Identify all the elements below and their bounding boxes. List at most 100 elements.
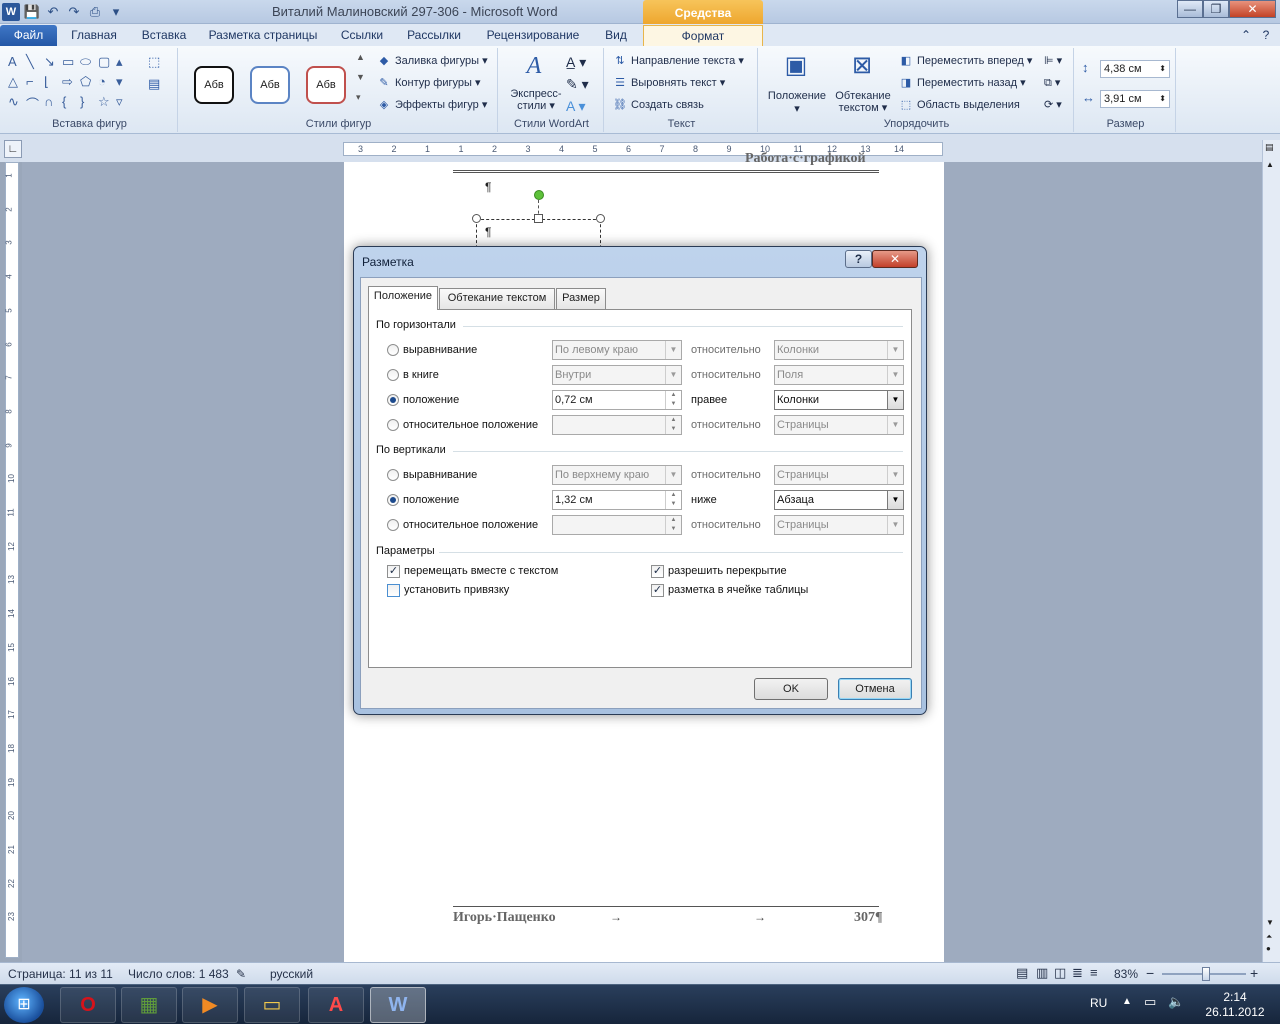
resize-handle-n[interactable] [534,214,543,223]
h-absolute-position-radio[interactable] [387,394,399,406]
prev-page-icon[interactable]: ⏶ [1266,932,1272,942]
wordart-express-icon[interactable]: A [518,50,550,82]
taskbar-media-player[interactable]: ▶ [182,987,238,1023]
zoom-percent[interactable]: 83% [1114,967,1138,981]
clock[interactable]: 2:14 26.11.2012 [1200,990,1270,1020]
v-alignment-radio[interactable] [387,469,399,481]
language-indicator[interactable]: русский [270,967,313,981]
select-browse-icon[interactable]: ● [1266,944,1271,953]
wave-shape-icon[interactable]: ∩ [44,94,62,114]
dialog-close-button[interactable]: ✕ [872,250,918,268]
redo-icon[interactable]: ↷ [65,3,83,21]
spin-arrows-icon[interactable]: ▲ ▼ [665,516,681,534]
styles-scroll-down-icon[interactable]: ▼ [356,72,365,82]
tab-selector-icon[interactable]: ∟ [4,140,22,158]
taskbar-word[interactable]: W [370,987,426,1023]
draft-icon[interactable]: ≡ [1090,965,1098,980]
tab-text-wrapping[interactable]: Обтекание текстом [439,288,555,309]
print-layout-icon[interactable]: ▤ [1016,965,1028,981]
pentagon-shape-icon[interactable]: ⬠ [80,74,98,94]
rounded-rect-shape-icon[interactable]: ▢ [98,54,116,74]
rotation-handle[interactable] [534,190,544,200]
h-alignment-select[interactable]: По левому краю ▼ [552,340,682,360]
v-absolute-position-input[interactable]: 1,32 см ▲ ▼ [552,490,682,510]
scroll-down-icon[interactable]: ▼ [1266,918,1274,927]
tab-file[interactable]: Файл [0,25,57,46]
resize-handle-ne[interactable] [596,214,605,223]
h-relative-position-radio[interactable] [387,419,399,431]
h-relative-relative-select[interactable]: Страницы ▼ [774,415,904,435]
position-icon[interactable]: ▣ [780,50,812,82]
volume-icon[interactable]: 🔈 [1168,994,1184,1010]
zoom-out-button[interactable]: − [1146,965,1154,981]
h-book-layout-select[interactable]: Внутри ▼ [552,365,682,385]
h-relative-position-input[interactable]: ▲ ▼ [552,415,682,435]
triangle-shape-icon[interactable]: △ [8,74,26,94]
zoom-in-button[interactable]: + [1250,965,1258,981]
v-alignment-select[interactable]: По верхнему краю ▼ [552,465,682,485]
zoom-slider-thumb[interactable] [1201,967,1210,981]
taskbar-explorer[interactable]: ▭ [244,987,300,1023]
tab-references[interactable]: Ссылки [333,25,391,46]
v-alignment-relative-select[interactable]: Страницы ▼ [774,465,904,485]
shape-style-red[interactable]: Абв [306,66,346,104]
line-shape-icon[interactable]: ╲ [26,54,44,74]
taskbar-acrobat[interactable]: A [308,987,364,1023]
tab-position[interactable]: Положение [368,286,438,310]
ruler-toggle-icon[interactable]: ▤ [1265,142,1274,153]
tab-home[interactable]: Главная [64,25,124,46]
text-fill-icon[interactable]: A̲ ▾ [566,54,586,71]
proofing-icon[interactable]: ✎ [236,967,246,981]
shape-width-field[interactable]: 3,91 см ⬍ [1100,90,1170,108]
vertical-ruler[interactable]: 1 2 3 4 5 6 7 8 9 10 11 12 13 14 15 16 17 18 19 20 21 22 23 [5,162,19,958]
resize-handle-nw[interactable] [472,214,481,223]
minimize-ribbon-icon[interactable]: ⌃ [1238,25,1254,46]
h-absolute-relative-select[interactable]: Колонки ▼ [774,390,904,410]
ok-button[interactable]: OK [754,678,828,700]
text-direction-button[interactable]: ⇅ Направление текста ▾ [612,54,743,67]
word-count[interactable]: Число слов: 1 483 [128,967,229,981]
gallery-up-icon[interactable]: ▴ [116,54,134,74]
right-arrow-shape-icon[interactable]: ⇨ [62,74,80,94]
move-with-text-checkbox[interactable]: ✓ [387,565,400,578]
elbow-shape-icon[interactable]: ⌊ [44,74,62,94]
selection-pane-button[interactable]: ⬚ Область выделения [898,98,1020,111]
connector-shape-icon[interactable]: ⌐ [26,74,44,94]
spin-arrows-icon[interactable]: ▲ ▼ [665,491,681,509]
shapes-gallery[interactable]: A ╲ ↘ ▭ ⬭ ▢ ▴ △ ⌐ ⌊ ⇨ ⬠ ◔ ▾ ∿ ⌒ ∩ { } ☆ … [8,54,138,114]
v-relative-position-radio[interactable] [387,519,399,531]
start-button[interactable]: ⊞ [4,987,44,1023]
tab-insert[interactable]: Вставка [136,25,192,46]
taskbar-minecraft[interactable]: ▦ [121,987,177,1023]
curve-shape-icon[interactable]: ∿ [8,94,26,114]
scroll-up-icon[interactable]: ▲ [1266,160,1274,169]
shape-effects-button[interactable]: ◈ Эффекты фигур ▾ [376,98,488,111]
input-language[interactable]: RU [1090,996,1107,1010]
tab-review[interactable]: Рецензирование [480,25,586,46]
draw-textbox-icon[interactable]: ▤ [148,76,160,92]
star-shape-icon[interactable]: ☆ [98,94,116,114]
help-icon[interactable]: ? [1258,25,1274,46]
network-icon[interactable]: ▭ [1144,994,1156,1010]
outline-icon[interactable]: ≣ [1072,965,1083,981]
h-alignment-radio[interactable] [387,344,399,356]
edit-shape-icon[interactable]: ⬚ [148,54,160,70]
tray-expand-icon[interactable]: ▲ [1122,996,1132,1007]
tab-format[interactable]: Формат [643,25,763,46]
group-objects-icon[interactable]: ⧉ ▾ [1044,76,1060,90]
tab-mailings[interactable]: Рассылки [401,25,467,46]
page-count[interactable]: Страница: 11 из 11 [8,967,113,981]
layout-in-cell-checkbox[interactable]: ✓ [651,584,664,597]
gallery-more-icon[interactable]: ▿ [116,94,134,114]
h-book-layout-relative-select[interactable]: Поля ▼ [774,365,904,385]
v-absolute-position-radio[interactable] [387,494,399,506]
taskbar-opera[interactable]: O [60,987,116,1023]
express-styles-button[interactable]: Экспресс-стили ▾ [508,88,564,112]
send-backward-button[interactable]: ◨ Переместить назад ▾ [898,76,1026,89]
brace-right-shape-icon[interactable]: } [80,94,98,114]
save-icon[interactable]: 💾 [23,3,41,21]
spin-arrows-icon[interactable]: ▲ ▼ [665,416,681,434]
wrap-text-button[interactable]: Обтекание текстом ▾ [832,90,894,114]
arrow-shape-icon[interactable]: ↘ [44,54,62,74]
tab-page-layout[interactable]: Разметка страницы [205,25,321,46]
